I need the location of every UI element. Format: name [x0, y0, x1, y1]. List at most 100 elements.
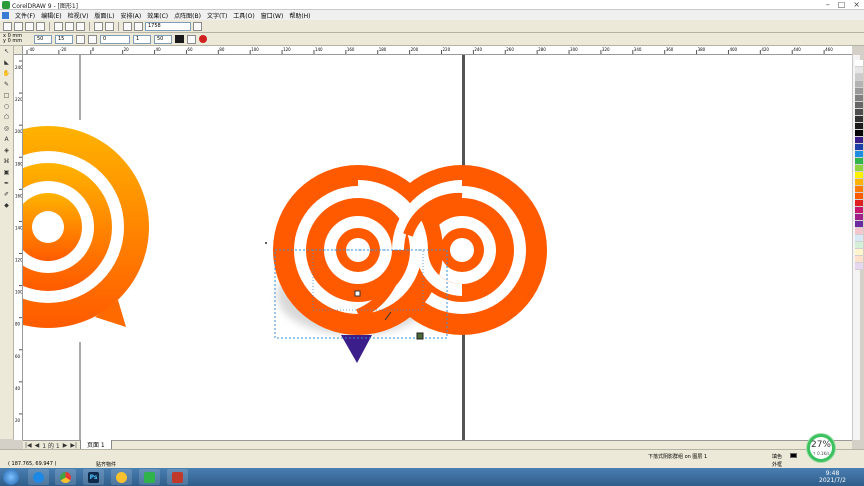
redo-icon[interactable]: [105, 21, 114, 31]
shadow-height-field[interactable]: 15: [55, 34, 73, 44]
print-icon[interactable]: [36, 21, 45, 31]
shadow-end-handle[interactable]: [416, 332, 424, 340]
palette-swatch[interactable]: [855, 221, 863, 228]
palette-swatch[interactable]: [855, 144, 863, 151]
vertical-ruler[interactable]: 240 220 200 180 160 140 120 100 80 60 40 20: [14, 55, 23, 440]
palette-swatch[interactable]: [855, 137, 863, 144]
shape-tool-icon[interactable]: ◣: [2, 59, 11, 67]
spiral-tool-icon[interactable]: ◎: [2, 125, 11, 133]
transparency-tool-icon[interactable]: ▣: [2, 169, 11, 177]
freehand-tool-icon[interactable]: ✎: [2, 81, 11, 89]
undo-icon[interactable]: [94, 21, 103, 31]
menu-text[interactable]: 文字(T): [204, 11, 230, 20]
prev-page-button[interactable]: ◀: [35, 442, 40, 449]
document-icon[interactable]: [2, 11, 9, 19]
copy-shadow-icon[interactable]: [187, 34, 196, 44]
pan-tool-icon[interactable]: ✋: [2, 70, 11, 78]
pick-tool-icon[interactable]: ↖: [2, 48, 11, 56]
palette-swatch[interactable]: [855, 249, 863, 256]
shadow-preset-icon[interactable]: [88, 34, 97, 44]
network-speed-widget[interactable]: 27% ↑ 0.1K/s: [807, 434, 835, 462]
save-icon[interactable]: [25, 21, 34, 31]
interactive-fill-icon[interactable]: ◈: [2, 147, 11, 155]
shadow-color-swatch[interactable]: [175, 35, 184, 43]
cut-icon[interactable]: [54, 21, 63, 31]
palette-swatch[interactable]: [855, 235, 863, 242]
palette-swatch[interactable]: [855, 81, 863, 88]
outline-tool-icon[interactable]: ✐: [2, 191, 11, 199]
maximize-button[interactable]: □: [838, 0, 846, 9]
copy-icon[interactable]: [65, 21, 74, 31]
new-file-icon[interactable]: [3, 21, 12, 31]
palette-swatch[interactable]: [855, 242, 863, 249]
taskbar-coreldraw[interactable]: [111, 469, 132, 485]
taskbar-red-app[interactable]: [167, 469, 188, 485]
palette-swatch[interactable]: [855, 200, 863, 207]
menu-help[interactable]: 帮助(H): [286, 11, 313, 20]
palette-swatch[interactable]: [855, 172, 863, 179]
palette-swatch[interactable]: [855, 109, 863, 116]
menu-edit[interactable]: 编辑(E): [38, 11, 64, 20]
menu-bitmaps[interactable]: 点阵图(B): [171, 11, 204, 20]
last-page-button[interactable]: ▶|: [70, 442, 77, 449]
drawing-canvas[interactable]: [23, 55, 852, 440]
taskbar-photoshop[interactable]: Ps: [83, 469, 104, 485]
minimize-button[interactable]: –: [826, 0, 830, 9]
color-palette[interactable]: [855, 60, 863, 270]
taskbar-green-app[interactable]: [139, 469, 160, 485]
polygon-tool-icon[interactable]: ⬠: [2, 114, 11, 122]
palette-swatch[interactable]: [855, 116, 863, 123]
close-button[interactable]: ×: [853, 0, 860, 9]
blend-tool-icon[interactable]: ⌘: [2, 158, 11, 166]
first-page-button[interactable]: |◀: [25, 442, 32, 449]
horizontal-ruler[interactable]: -40 -20 0 20 40 60 80 100 120 140 160 180 200 220 240 2…: [23, 46, 852, 55]
taskbar-chrome[interactable]: [55, 469, 76, 485]
shadow-direction-icon[interactable]: [76, 34, 85, 44]
menu-tools[interactable]: 工具(O): [230, 11, 257, 20]
zoom-level-field[interactable]: 1758: [145, 21, 191, 31]
palette-swatch[interactable]: [855, 158, 863, 165]
infinity-logo[interactable]: [273, 165, 547, 363]
palette-swatch[interactable]: [855, 123, 863, 130]
palette-swatch[interactable]: [855, 60, 863, 67]
palette-swatch[interactable]: [855, 263, 863, 270]
open-file-icon[interactable]: [14, 21, 23, 31]
palette-swatch[interactable]: [855, 179, 863, 186]
palette-swatch[interactable]: [855, 193, 863, 200]
shadow-start-handle[interactable]: [354, 290, 361, 297]
ellipse-tool-icon[interactable]: ○: [2, 103, 11, 111]
palette-swatch[interactable]: [855, 214, 863, 221]
system-clock[interactable]: 9:48 2021/7/2: [819, 470, 846, 484]
menu-layout[interactable]: 版面(L): [91, 11, 117, 20]
menu-arrange[interactable]: 安排(A): [117, 11, 144, 20]
palette-swatch[interactable]: [855, 102, 863, 109]
rectangle-tool-icon[interactable]: □: [2, 92, 11, 100]
fill-tool-icon[interactable]: ◆: [2, 202, 11, 210]
eyedropper-tool-icon[interactable]: ✒: [2, 180, 11, 188]
fill-swatch[interactable]: [790, 453, 797, 458]
import-icon[interactable]: [123, 21, 132, 31]
menu-effects[interactable]: 效果(C): [144, 11, 171, 20]
clear-shadow-icon[interactable]: [199, 35, 207, 43]
palette-swatch[interactable]: [855, 151, 863, 158]
taskbar-ie[interactable]: [28, 469, 49, 485]
palette-swatch[interactable]: [855, 186, 863, 193]
application-launcher-icon[interactable]: [193, 21, 202, 31]
palette-swatch[interactable]: [855, 88, 863, 95]
palette-swatch[interactable]: [855, 130, 863, 137]
text-tool-icon[interactable]: A: [2, 136, 11, 144]
palette-swatch[interactable]: [855, 228, 863, 235]
palette-swatch[interactable]: [855, 207, 863, 214]
export-icon[interactable]: [134, 21, 143, 31]
shadow-angle-field[interactable]: 0: [100, 34, 130, 44]
palette-swatch[interactable]: [855, 95, 863, 102]
paste-icon[interactable]: [76, 21, 85, 31]
palette-swatch[interactable]: [855, 74, 863, 81]
start-button[interactable]: [3, 469, 19, 485]
palette-swatch[interactable]: [855, 67, 863, 74]
shadow-width-field[interactable]: 50: [34, 34, 52, 44]
palette-swatch[interactable]: [855, 165, 863, 172]
palette-swatch[interactable]: [855, 256, 863, 263]
bubble-target-logo[interactable]: [23, 126, 149, 328]
shadow-feather-field[interactable]: 50: [154, 34, 172, 44]
